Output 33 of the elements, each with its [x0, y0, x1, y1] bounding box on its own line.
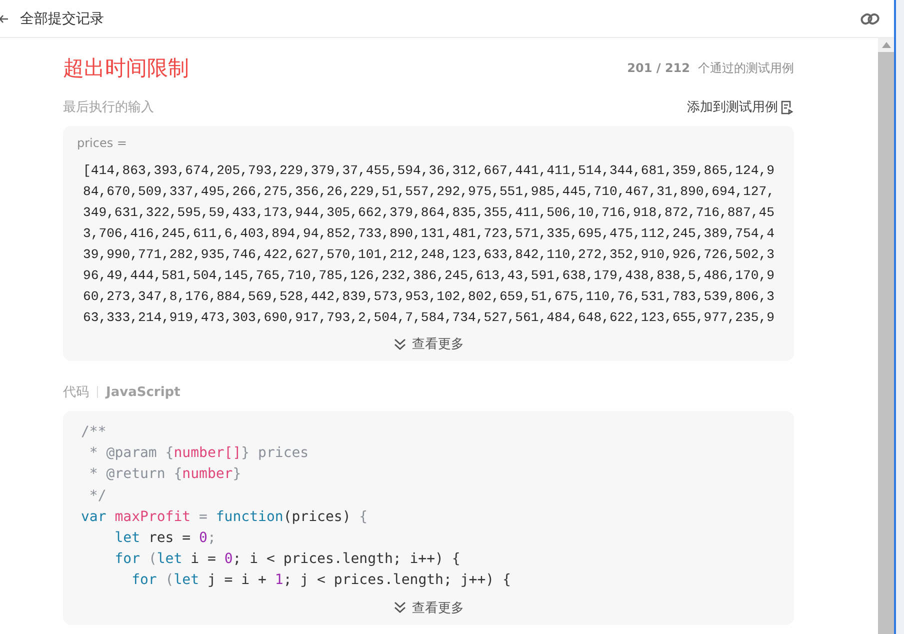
array-line: 96,49,444,581,504,145,765,710,785,126,232,386,245,613,43,591,638,179,438,838,5,486,170,9 [83, 267, 776, 285]
status-text: 超出时间限制 [63, 55, 189, 82]
add-file-icon [780, 100, 794, 114]
add-to-testcase-button[interactable]: 添加到测试用例 [687, 98, 794, 116]
passed-label: 个通过的测试用例 [698, 60, 794, 76]
page-title: 全部提交记录 [20, 10, 104, 28]
language-label: JavaScript [106, 384, 180, 400]
code-line: for (let i = 0; i < prices.length; i++) { [114, 550, 462, 570]
section-label: 最后执行的输入 [63, 99, 154, 116]
link-icon[interactable] [860, 10, 880, 26]
code-line: let res = 0; [114, 529, 217, 548]
code-line: * @return {number} [88, 465, 242, 484]
code-line: var maxProfit = function(prices) { [81, 508, 369, 527]
double-chevron-icon [393, 601, 407, 614]
array-line: [414,863,393,674,205,793,229,379,37,455,594,36,312,667,441,411,514,344,681,359,865,124,9 [83, 162, 776, 180]
show-more-button[interactable]: 查看更多 [389, 333, 468, 355]
scroll-up-icon[interactable] [882, 42, 890, 48]
code-line: /** [81, 423, 108, 442]
double-chevron-icon [393, 338, 407, 350]
section-label: 代码 [63, 384, 89, 401]
array-line: 84,670,509,337,495,266,275,356,26,229,51,557,292,975,551,985,445,710,467,31,890,694,127, [83, 183, 776, 201]
array-line: 349,631,322,595,59,433,173,944,305,662,379,864,835,355,411,506,10,716,918,872,716,887,45 [83, 204, 776, 222]
code-line: * @param {number[]} prices [88, 444, 310, 464]
code-line: for (let j = i + 1; j < prices.length; j++) { [130, 571, 512, 590]
array-line: 60,273,347,8,176,884,569,528,442,839,573,953,102,802,659,51,675,110,76,531,783,539,806,3 [83, 288, 776, 306]
passed-count: 201 / 212 [627, 61, 690, 75]
variable-name: prices = [77, 136, 128, 150]
array-line: 3,706,416,245,611,6,403,894,94,852,733,890,131,481,723,571,335,695,475,112,245,389,754,4 [83, 225, 776, 243]
back-arrow-icon[interactable] [0, 14, 8, 24]
show-more-button[interactable]: 查看更多 [389, 596, 468, 619]
code-line: */ [88, 486, 108, 506]
array-line: 63,333,214,919,473,303,690,917,793,2,504,7,584,734,527,561,484,648,622,123,655,977,235,9 [83, 309, 776, 327]
array-line: 39,990,771,282,935,746,422,627,570,101,212,248,123,633,842,110,272,352,910,926,726,502,3 [83, 246, 776, 264]
